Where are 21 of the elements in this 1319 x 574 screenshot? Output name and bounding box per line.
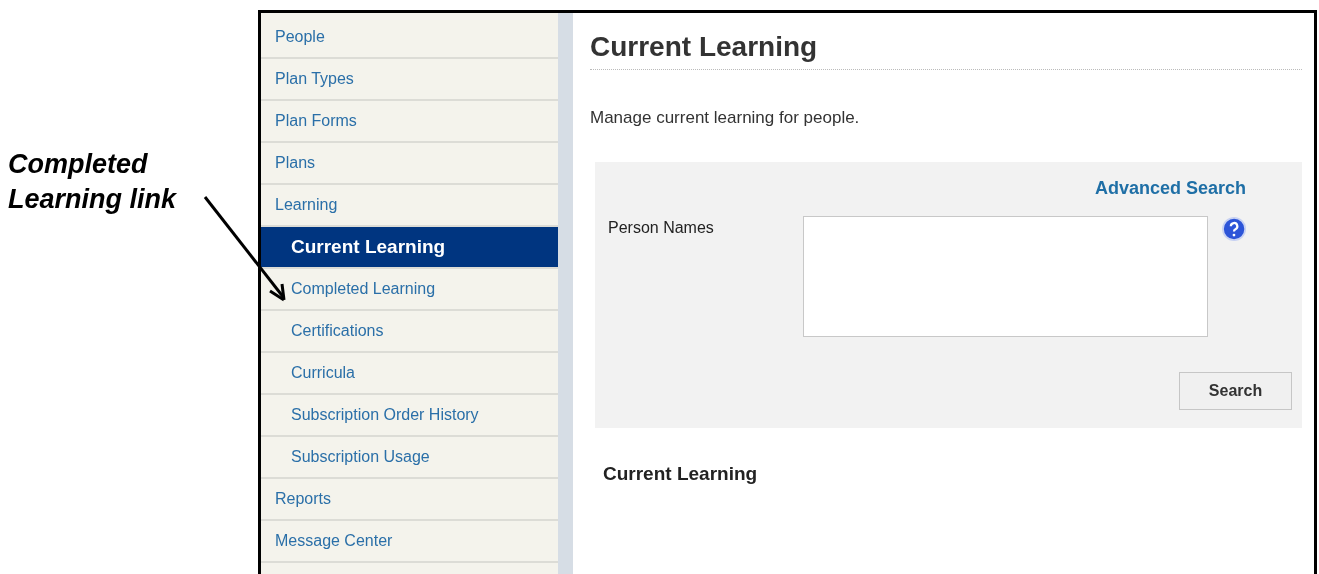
field-label: Person Names bbox=[608, 219, 715, 237]
sidebar-item[interactable]: Reports bbox=[261, 479, 558, 521]
sidebar-item[interactable]: Plan Types bbox=[261, 59, 558, 101]
sidebar-item[interactable]: Subscription Usage bbox=[261, 437, 558, 479]
sidebar-item[interactable]: Completed Learning bbox=[261, 269, 558, 311]
sidebar-item[interactable]: Plan Forms bbox=[261, 101, 558, 143]
page-title: Current Learning bbox=[590, 31, 1302, 70]
page-description: Manage current learning for people. bbox=[590, 108, 861, 128]
sidebar-item[interactable]: Current Learning bbox=[261, 227, 558, 269]
sidebar-item[interactable]: Message Center bbox=[261, 521, 558, 563]
sidebar-item[interactable]: Certifications bbox=[261, 311, 558, 353]
section-title: Current Learning bbox=[603, 463, 759, 485]
sidebar-item[interactable]: Curricula bbox=[261, 353, 558, 395]
search-button[interactable]: Search bbox=[1179, 372, 1292, 410]
advanced-search-link[interactable]: Advanced Search bbox=[1094, 178, 1246, 199]
person-names-field[interactable] bbox=[803, 216, 1208, 337]
help-icon[interactable] bbox=[1221, 216, 1246, 242]
sidebar-item[interactable]: Plans bbox=[261, 143, 558, 185]
annotation-text: Completed Learning link bbox=[8, 148, 178, 217]
sidebar-item[interactable]: People bbox=[261, 17, 558, 59]
sidebar-item[interactable]: Subscription Order History bbox=[261, 395, 558, 437]
